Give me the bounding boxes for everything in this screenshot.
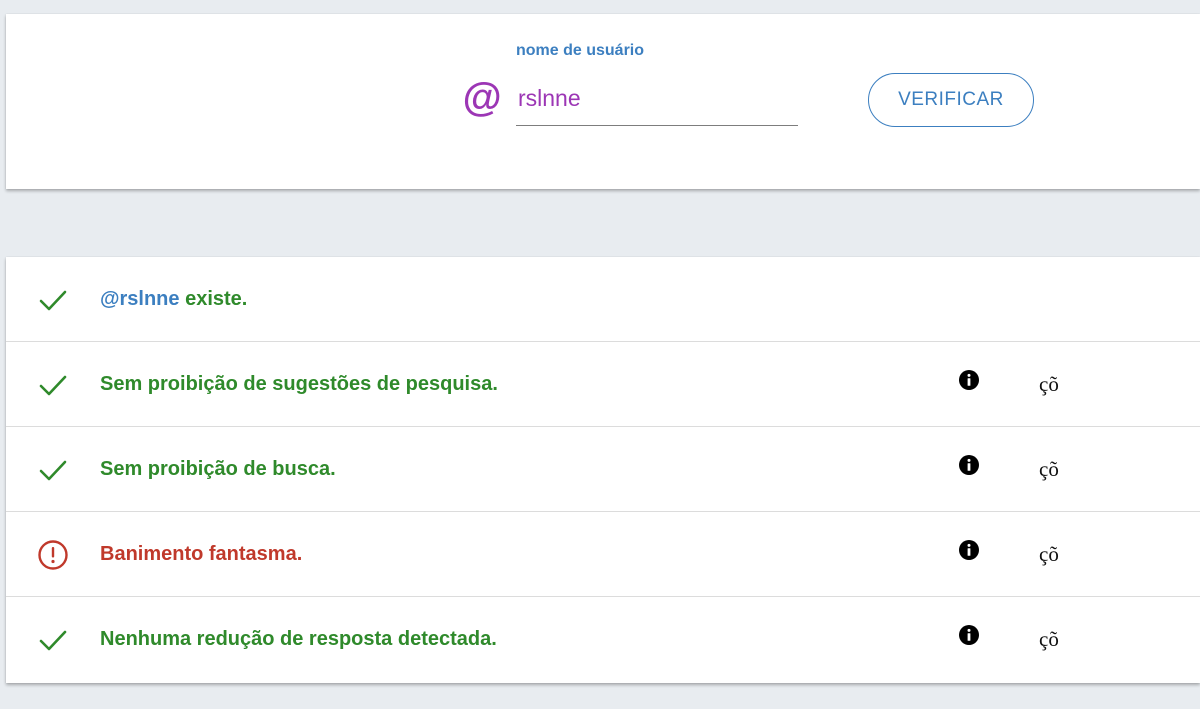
result-text: @rslnne existe. — [100, 257, 247, 342]
check-icon — [39, 630, 67, 651]
check-icon — [39, 460, 67, 481]
extra-text: çõ — [1039, 457, 1059, 481]
at-icon: @ — [462, 76, 502, 120]
result-text: Banimento fantasma. — [100, 543, 303, 565]
result-row-search-suggestion-ban: Sem proibição de sugestões de pesquisa. … — [6, 342, 1200, 427]
info-icon[interactable] — [958, 454, 980, 476]
result-text: Nenhuma redução de resposta detectada. — [100, 628, 497, 650]
username-handle: @rslnne — [100, 288, 180, 310]
alert-circle-icon — [38, 540, 68, 570]
result-row-exists: @rslnne existe. — [6, 257, 1200, 342]
extra-text: çõ — [1039, 627, 1059, 651]
info-icon[interactable] — [958, 539, 980, 561]
check-icon — [39, 375, 67, 396]
info-icon[interactable] — [958, 369, 980, 391]
extra-text: çõ — [1039, 542, 1059, 566]
result-text: Sem proibição de busca. — [100, 458, 336, 480]
check-icon — [39, 290, 67, 311]
result-text: Sem proibição de sugestões de pesquisa. — [100, 373, 498, 395]
extra-text: çõ — [1039, 372, 1059, 396]
username-label: nome de usuário — [516, 42, 645, 59]
result-suffix: existe. — [179, 288, 248, 310]
results-list: @rslnne existe. Sem proibição de sugestõ… — [6, 257, 1200, 683]
info-icon[interactable] — [958, 624, 980, 646]
result-row-ghost-ban: Banimento fantasma. çõ — [6, 512, 1200, 597]
username-input[interactable] — [516, 78, 798, 126]
verify-button[interactable]: VERIFICAR — [868, 73, 1034, 127]
result-row-search-ban: Sem proibição de busca. çõ — [6, 427, 1200, 512]
result-row-reply-deboosting: Nenhuma redução de resposta detectada. ç… — [6, 597, 1200, 683]
search-card: nome de usuário @ VERIFICAR — [6, 14, 1200, 189]
